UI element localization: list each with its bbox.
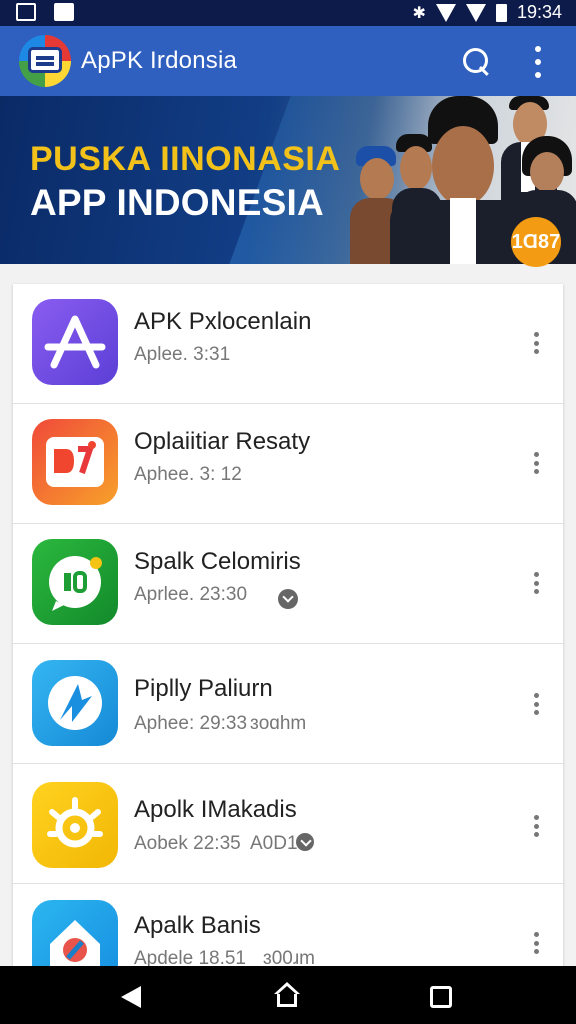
app-meta: Aphee: 29:33 — [134, 713, 248, 734]
app-bar: ApPK Irdonsia — [0, 26, 576, 96]
app-name: Oplaiitiar Resaty — [134, 428, 311, 455]
item-menu-button[interactable] — [531, 815, 541, 837]
app-name: APK Pxlocenlain — [134, 308, 312, 335]
list-item[interactable]: Spalk Celomiris Aprlee. 23:30 — [13, 524, 563, 644]
item-menu-button[interactable] — [531, 572, 541, 594]
app-meta: Aplee. 3:31 — [134, 344, 231, 365]
overflow-menu-button[interactable] — [526, 46, 550, 78]
recents-icon[interactable] — [430, 986, 452, 1008]
app-name: Apalk Banis — [134, 912, 261, 939]
app-meta: Aobek 22:35 — [134, 833, 241, 854]
list-item[interactable]: Oplaiitiar Resaty Aphee. 3: 12 — [13, 404, 563, 524]
list-item[interactable]: Apalk Banis Apdele 18.51 ɜ00ɹm — [13, 884, 563, 966]
app-store-icon — [32, 299, 118, 385]
list-item[interactable]: Piplly Paliurn Aphee: 29:33 ɜoɑhm — [13, 644, 563, 764]
app-title: ApPK Irdonsia — [81, 47, 238, 74]
bluetooth-icon: ✱ — [412, 4, 426, 22]
media-icon — [32, 419, 118, 505]
home-icon — [32, 900, 118, 966]
app-list: APK Pxlocenlain Aplee. 3:31 Oplaiitiar R… — [13, 284, 563, 966]
navigation-bar — [0, 966, 576, 1024]
app-extra: ɜoɑhm — [250, 713, 307, 734]
app-extra: A0D1 — [250, 833, 298, 854]
list-item[interactable]: Apolk IMakadis Aobek 22:35 A0D1 — [13, 764, 563, 884]
wifi-icon — [435, 3, 456, 22]
app-meta: Apdele 18.51 — [134, 948, 246, 966]
app-name: Piplly Paliurn — [134, 675, 273, 702]
item-menu-button[interactable] — [531, 452, 541, 474]
item-menu-button[interactable] — [531, 932, 541, 954]
chat-icon — [32, 539, 118, 625]
promo-banner[interactable]: PUSKA IINONASIA APP INDONESIA — [0, 96, 576, 264]
signal-icon — [465, 3, 486, 22]
gallery-notification-icon — [16, 3, 36, 21]
item-menu-button[interactable] — [531, 693, 541, 715]
app-meta: Aphee. 3: 12 — [134, 464, 242, 485]
app-name: Spalk Celomiris — [134, 548, 301, 575]
verified-icon — [296, 833, 314, 851]
search-button[interactable] — [461, 46, 493, 78]
verified-icon — [278, 589, 298, 609]
status-time: 19:34 — [516, 2, 562, 22]
message-notification-icon — [54, 3, 74, 21]
home-button-icon[interactable] — [274, 982, 300, 1008]
app-meta: Aprlee. 23:30 — [134, 584, 248, 605]
item-menu-button[interactable] — [531, 332, 541, 354]
banner-subtitle: APP INDONESIA — [30, 182, 324, 223]
banner-badge: 1Ɑ87 — [511, 217, 561, 267]
app-extra: ɜ00ɹm — [263, 948, 315, 966]
status-bar: ✱ 19:34 — [0, 0, 576, 26]
list-item[interactable]: APK Pxlocenlain Aplee. 3:31 — [13, 284, 563, 404]
banner-title: PUSKA IINONASIA — [30, 140, 341, 178]
app-logo-icon — [19, 35, 71, 87]
back-icon[interactable] — [121, 986, 141, 1008]
sun-icon — [32, 782, 118, 868]
compass-icon — [32, 660, 118, 746]
app-name: Apolk IMakadis — [134, 796, 297, 823]
battery-icon — [495, 3, 507, 22]
